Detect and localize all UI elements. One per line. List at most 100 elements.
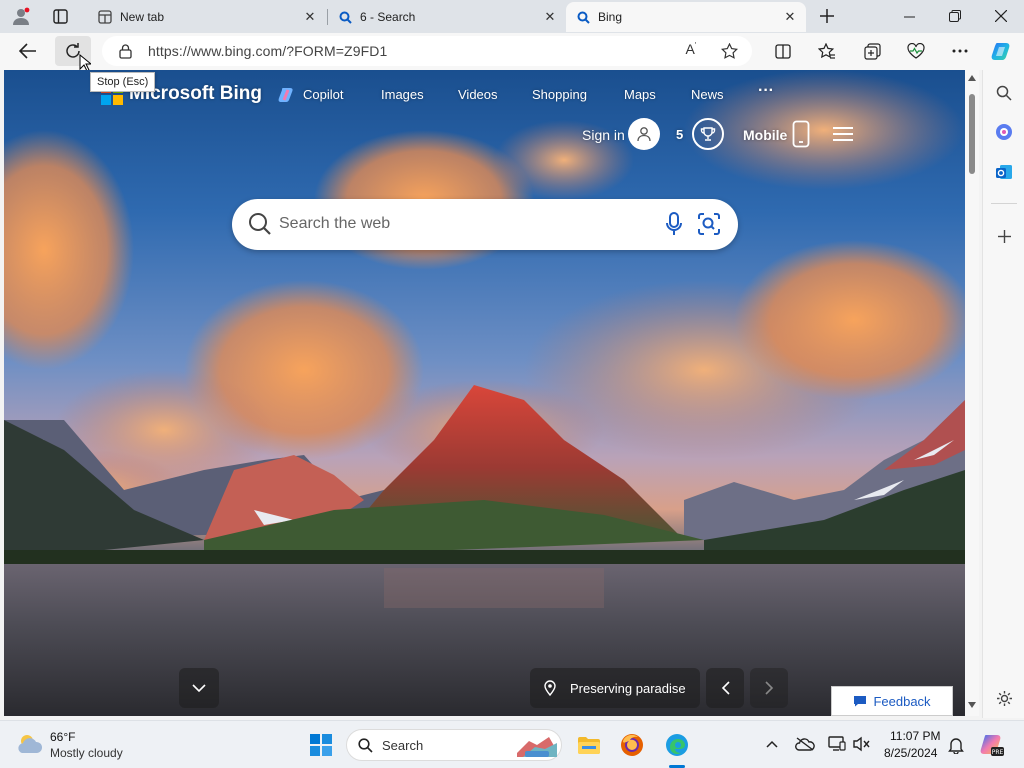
back-button[interactable]: [13, 36, 43, 66]
profile-button[interactable]: [8, 4, 34, 28]
weather-widget[interactable]: 66°F Mostly cloudy: [14, 727, 144, 763]
nav-shopping[interactable]: Shopping: [532, 87, 587, 102]
rewards-count: 5: [676, 127, 684, 142]
tab-strip: New tab ✕ 6 - Search ✕ Bing ✕: [0, 0, 1024, 33]
file-explorer-button[interactable]: [573, 730, 605, 760]
weather-description: Mostly cloudy: [50, 746, 123, 760]
taskbar-search-label: Search: [382, 738, 424, 753]
split-screen-button[interactable]: [768, 36, 798, 66]
tab-bing[interactable]: Bing ✕: [566, 2, 806, 32]
copilot-app-icon: [996, 124, 1012, 140]
tab-actions-button[interactable]: [48, 5, 72, 27]
close-tab-button[interactable]: ✕: [540, 7, 560, 27]
search-box[interactable]: Search the web: [232, 199, 738, 250]
chevron-left-icon: [721, 681, 730, 695]
taskbar-search[interactable]: Search: [346, 729, 562, 761]
cloud-icon: [18, 735, 43, 753]
firefox-button[interactable]: [616, 730, 648, 760]
mobile-link[interactable]: Mobile: [743, 127, 787, 143]
onedrive-offline-icon[interactable]: [795, 737, 815, 751]
speaker-muted-icon[interactable]: [853, 736, 871, 752]
favorites-icon: [818, 42, 835, 59]
next-image-button[interactable]: [750, 668, 788, 708]
plus-icon: [997, 229, 1011, 243]
more-icon: [952, 49, 968, 53]
copilot-nav-icon: [278, 88, 293, 102]
search-icon: [338, 10, 352, 24]
settings-more-button[interactable]: [945, 36, 975, 66]
nav-maps[interactable]: Maps: [624, 87, 656, 102]
visual-search-icon[interactable]: [697, 212, 721, 236]
split-screen-icon: [775, 43, 791, 59]
feedback-label: Feedback: [873, 693, 931, 709]
lock-icon: [119, 44, 132, 59]
search-placeholder[interactable]: Search the web: [279, 215, 390, 233]
display-icon[interactable]: [828, 736, 846, 752]
microphone-icon[interactable]: [666, 212, 682, 237]
sidebar-copilot-button[interactable]: [991, 119, 1017, 145]
bing-page: Microsoft Bing Copilot Images Videos Sho…: [4, 70, 965, 716]
nav-copilot[interactable]: Copilot: [303, 87, 343, 102]
close-tab-button[interactable]: ✕: [300, 7, 320, 27]
nav-news[interactable]: News: [691, 87, 724, 102]
avatar[interactable]: [628, 118, 660, 150]
search-icon: [249, 213, 271, 235]
scroll-down-arrow-icon[interactable]: [968, 702, 976, 708]
sidebar-divider: [991, 203, 1017, 204]
phone-icon[interactable]: [792, 120, 810, 148]
page-scrollbar[interactable]: [965, 70, 979, 716]
scroll-up-arrow-icon[interactable]: [968, 75, 976, 81]
performance-button[interactable]: [901, 36, 931, 66]
copilot-taskbar-icon[interactable]: PRE: [979, 732, 1005, 758]
weather-temperature: 66°F: [50, 730, 76, 744]
edge-sidebar: [982, 70, 1024, 718]
nav-images[interactable]: Images: [381, 87, 424, 102]
sidebar-settings-button[interactable]: [991, 685, 1017, 711]
notification-bell-icon[interactable]: [948, 736, 964, 754]
clock-date[interactable]: 8/25/2024: [884, 746, 937, 760]
close-window-button[interactable]: [978, 0, 1024, 32]
user-icon: [637, 127, 651, 142]
url-text: https://www.bing.com/?FORM=Z9FD1: [148, 43, 388, 59]
minimize-button[interactable]: [886, 0, 932, 32]
back-arrow-icon: [19, 43, 36, 59]
sidebar-add-button[interactable]: [991, 223, 1017, 249]
tab-actions-icon: [52, 8, 68, 24]
address-bar[interactable]: https://www.bing.com/?FORM=Z9FD1 Aʼ: [102, 36, 752, 66]
collections-icon: [863, 42, 881, 60]
collections-button[interactable]: [857, 36, 887, 66]
previous-image-button[interactable]: [706, 668, 744, 708]
favorites-button[interactable]: [812, 36, 842, 66]
nav-more[interactable]: ···: [758, 82, 774, 100]
restore-button[interactable]: [932, 0, 978, 32]
tab-new-tab[interactable]: New tab ✕: [88, 2, 326, 32]
windows-taskbar: 66°F Mostly cloudy Search 11:07 PM 8/25/…: [0, 720, 1024, 768]
read-aloud-button[interactable]: Aʼ: [680, 41, 702, 61]
sign-in-link[interactable]: Sign in: [582, 127, 625, 143]
rewards-button[interactable]: [692, 118, 724, 150]
profile-icon: [13, 7, 30, 25]
scroll-down-button[interactable]: [179, 668, 219, 708]
clock-time[interactable]: 11:07 PM: [890, 729, 940, 743]
search-icon: [358, 738, 373, 753]
chevron-up-icon[interactable]: [766, 740, 778, 748]
nav-videos[interactable]: Videos: [458, 87, 498, 102]
sidebar-outlook-button[interactable]: [991, 159, 1017, 185]
windows-logo-icon: [310, 734, 332, 756]
chevron-down-icon: [192, 683, 206, 692]
new-tab-button[interactable]: [814, 4, 840, 28]
sidebar-search-button[interactable]: [991, 80, 1017, 106]
start-button[interactable]: [305, 730, 337, 760]
image-info-pill[interactable]: Preserving paradise: [530, 668, 700, 708]
folder-icon: [578, 737, 600, 754]
copilot-button[interactable]: [987, 36, 1017, 66]
favorite-star-icon[interactable]: [721, 43, 738, 59]
plus-icon: [820, 9, 834, 23]
edge-button[interactable]: [661, 730, 693, 760]
tab-search[interactable]: 6 - Search ✕: [328, 2, 566, 32]
search-highlight-image-icon: [517, 737, 557, 757]
hamburger-menu-icon[interactable]: [833, 127, 853, 141]
feedback-button[interactable]: Feedback: [831, 686, 953, 716]
close-tab-button[interactable]: ✕: [780, 7, 800, 27]
scrollbar-thumb[interactable]: [969, 94, 975, 174]
